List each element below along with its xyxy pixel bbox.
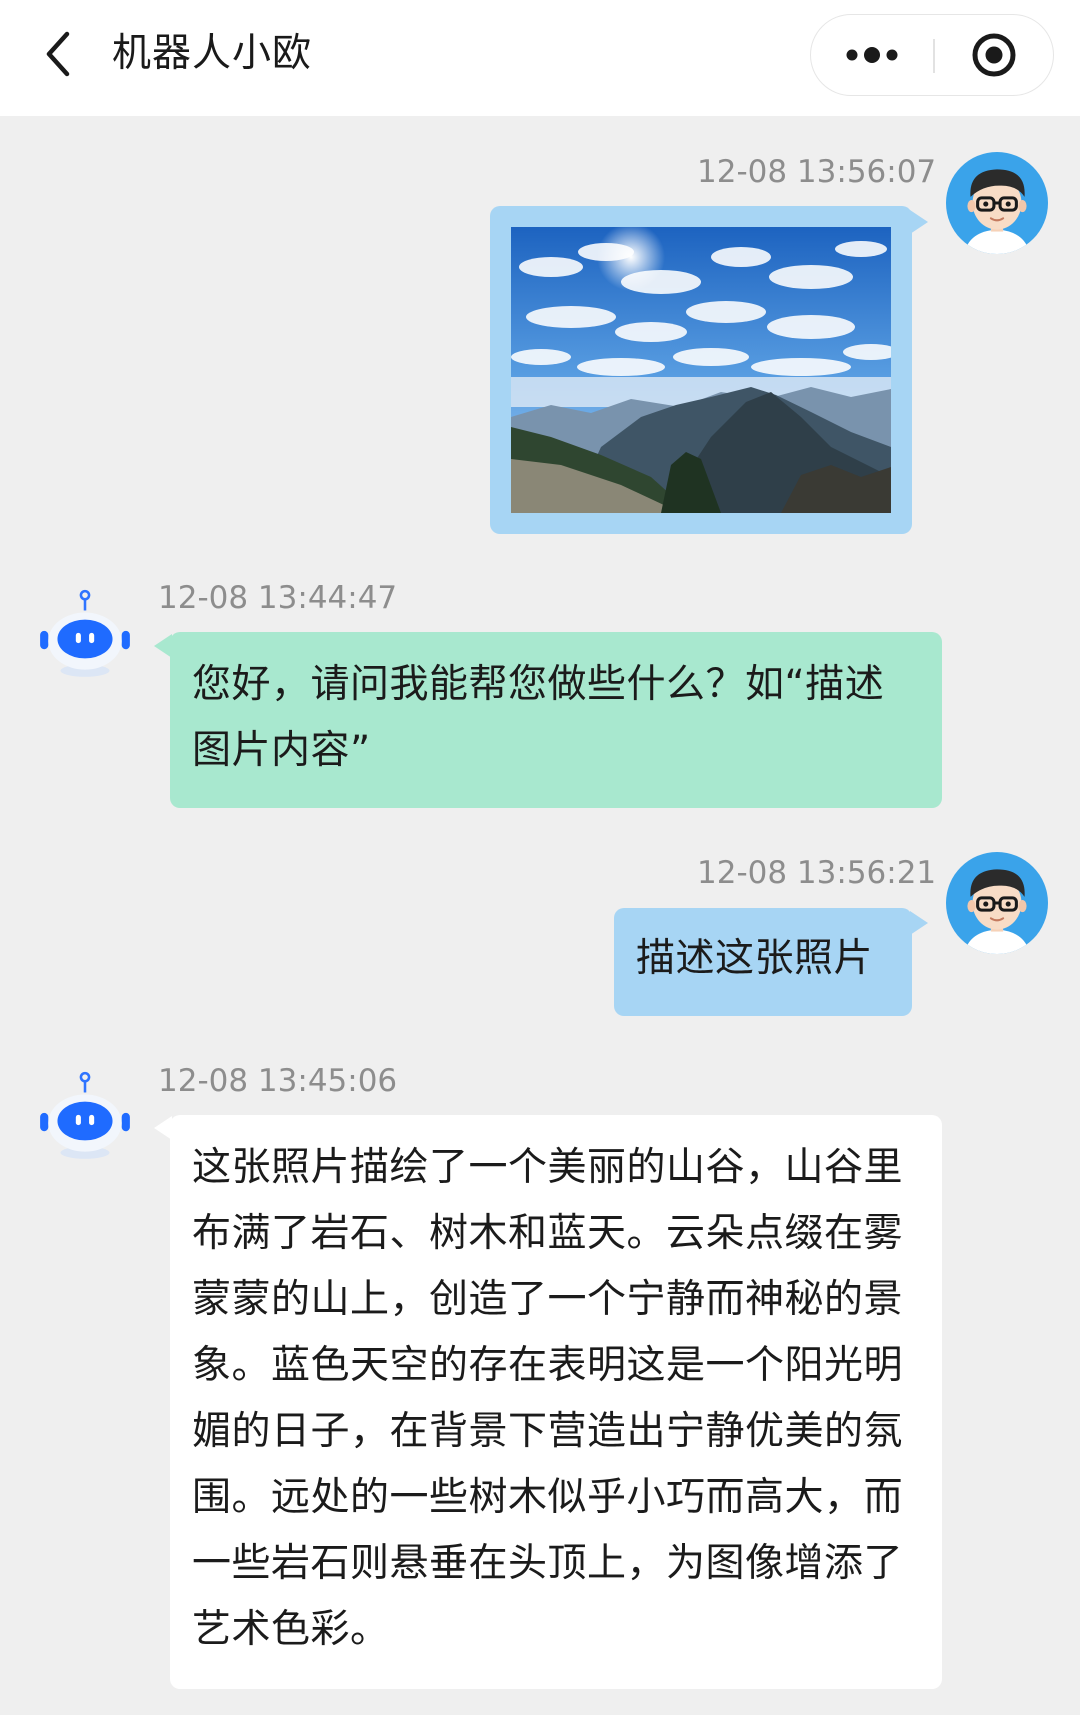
robot-avatar[interactable]: [34, 586, 136, 688]
user-avatar[interactable]: [946, 152, 1048, 254]
page-title: 机器人小欧: [112, 31, 313, 76]
bubble-tail: [910, 911, 928, 935]
user-avatar[interactable]: [946, 852, 1048, 954]
top-bar: 机器人小欧: [0, 0, 1080, 116]
message-timestamp: 12-08 13:56:21: [697, 855, 937, 891]
target-circle-icon: [972, 33, 1016, 77]
more-dots-icon: [846, 47, 897, 63]
menu-capsule: [810, 14, 1054, 96]
close-miniprogram-button[interactable]: [935, 15, 1053, 95]
chevron-left-icon: [46, 31, 70, 77]
message-timestamp: 12-08 13:45:06: [158, 1063, 398, 1099]
bubble-tail: [910, 210, 928, 234]
message-timestamp: 12-08 13:44:47: [158, 580, 398, 616]
message-text: 这张照片描绘了一个美丽的山谷，山谷里布满了岩石、树木和蓝天。云朵点缀在雾蒙蒙的山…: [192, 1145, 904, 1652]
message-text: 您好，请问我能帮您做些什么？如“描述图片内容”: [192, 662, 885, 773]
more-button[interactable]: [811, 15, 932, 95]
back-button[interactable]: [36, 24, 80, 84]
bot-description-bubble[interactable]: 这张照片描绘了一个美丽的山谷，山谷里布满了岩石、树木和蓝天。云朵点缀在雾蒙蒙的山…: [170, 1115, 942, 1689]
bot-greeting-bubble[interactable]: 您好，请问我能帮您做些什么？如“描述图片内容”: [170, 632, 942, 808]
mountain-photo[interactable]: [511, 227, 891, 513]
user-text-bubble[interactable]: 描述这张照片: [614, 908, 912, 1016]
robot-avatar[interactable]: [34, 1068, 136, 1170]
message-text: 描述这张照片: [636, 936, 874, 981]
message-timestamp: 12-08 13:56:07: [697, 154, 937, 190]
user-image-bubble[interactable]: [490, 206, 912, 534]
